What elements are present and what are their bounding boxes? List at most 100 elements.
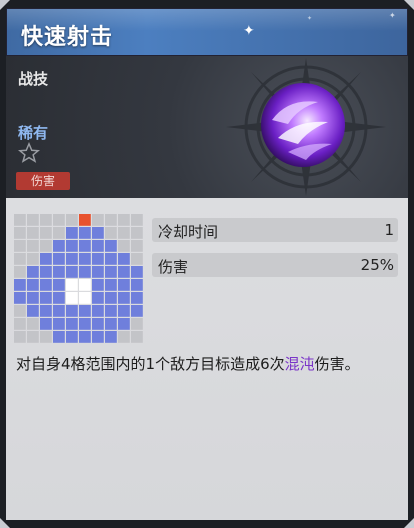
details-panel: 冷却时间 1 伤害 25% 对自身4格范围内的1个敌方目标造成6次混沌伤害。 [6,198,408,520]
stat-damage: 伤害 25% [152,253,398,277]
grid-cell-range [105,318,117,330]
grid-cell-empty [118,214,130,226]
grid-cell-range [79,240,91,252]
grid-cell-empty [105,227,117,239]
grid-cell-origin [79,279,91,291]
grid-cell-range [105,253,117,265]
corner-ornament-icon [0,518,10,528]
grid-cell-empty [131,253,143,265]
description-text: 伤害。 [314,355,360,373]
grid-cell-range [105,331,117,343]
grid-cell-range [118,292,130,304]
grid-cell-range [79,253,91,265]
grid-cell-range [66,331,78,343]
stat-label: 冷却时间 [158,223,219,241]
grid-cell-range [53,266,65,278]
grid-cell-range [27,292,39,304]
sparkle-icon: ✦ [243,23,255,39]
grid-cell-range [14,279,26,291]
grid-cell-empty [27,318,39,330]
grid-cell-range [92,292,104,304]
grid-cell-empty [118,331,130,343]
grid-cell-empty [40,227,52,239]
stat-value: 25% [360,256,394,274]
grid-cell-range [105,266,117,278]
grid-cell-empty [53,227,65,239]
grid-cell-range [79,331,91,343]
title-bar: 快速射击 ✦ ✦ ✦ [6,8,408,56]
grid-cell-origin [66,279,78,291]
grid-cell-empty [27,214,39,226]
grid-cell-empty [14,227,26,239]
grid-cell-range [53,253,65,265]
grid-cell-origin [79,292,91,304]
grid-cell-range [105,279,117,291]
damage-tag: 伤害 [16,172,70,190]
skill-description: 对自身4格范围内的1个敌方目标造成6次混沌伤害。 [16,353,406,375]
grid-cell-range [79,227,91,239]
grid-cell-range [92,331,104,343]
grid-cell-empty [66,214,78,226]
grid-cell-range [53,292,65,304]
rarity-label: 稀有 [18,124,49,142]
grid-cell-range [27,266,39,278]
grid-cell-range [14,292,26,304]
grid-cell-range [92,305,104,317]
grid-cell-range [131,292,143,304]
skill-info: 战技 稀有 伤害 [6,56,408,198]
grid-cell-range [79,266,91,278]
skill-card: 快速射击 ✦ ✦ ✦ 战技 稀有 伤害 冷却时间 1 伤害 25% 对自身4格范… [0,0,414,528]
grid-cell-empty [40,214,52,226]
grid-cell-range [53,279,65,291]
grid-cell-range [92,318,104,330]
grid-cell-empty [14,305,26,317]
grid-cell-range [66,266,78,278]
grid-cell-range [92,240,104,252]
star-icon [18,142,40,163]
grid-cell-empty [27,240,39,252]
grid-cell-empty [131,240,143,252]
grid-cell-range [92,266,104,278]
grid-cell-range [40,318,52,330]
grid-cell-range [27,279,39,291]
grid-cell-range [105,240,117,252]
grid-cell-range [66,240,78,252]
grid-cell-empty [14,214,26,226]
grid-cell-range [118,305,130,317]
grid-cell-range [118,253,130,265]
skill-name: 快速射击 [21,25,114,50]
grid-cell-empty [27,253,39,265]
sparkle-icon: ✦ [307,15,313,22]
grid-cell-range [105,292,117,304]
grid-cell-empty [53,214,65,226]
attack-range-grid [14,214,143,343]
grid-cell-empty [14,240,26,252]
grid-cell-range [118,279,130,291]
grid-cell-empty [131,214,143,226]
grid-cell-marker [79,214,91,226]
grid-cell-empty [27,331,39,343]
grid-cell-empty [40,240,52,252]
grid-cell-range [40,279,52,291]
grid-cell-empty [92,214,104,226]
chaos-keyword: 混沌 [284,355,315,373]
grid-cell-range [131,266,143,278]
grid-cell-empty [14,318,26,330]
grid-cell-empty [40,331,52,343]
grid-cell-range [79,305,91,317]
grid-cell-range [40,305,52,317]
sparkle-icon: ✦ [389,11,396,20]
grid-cell-range [92,279,104,291]
grid-cell-empty [105,214,117,226]
stat-cooldown: 冷却时间 1 [152,218,398,242]
grid-cell-range [53,240,65,252]
purple-orb-icon [261,83,345,167]
grid-cell-empty [131,227,143,239]
grid-cell-origin [66,292,78,304]
grid-cell-empty [14,266,26,278]
grid-cell-range [131,279,143,291]
grid-cell-empty [27,227,39,239]
grid-cell-range [66,253,78,265]
grid-cell-empty [131,331,143,343]
grid-cell-range [105,305,117,317]
